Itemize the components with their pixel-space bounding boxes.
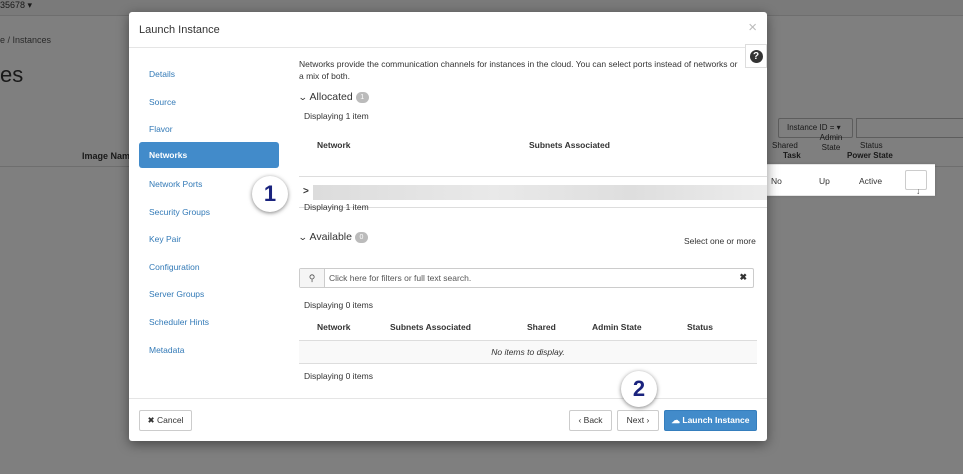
nav-item-configuration[interactable]: Configuration <box>139 254 279 279</box>
networks-description: Networks provide the communication chann… <box>299 59 738 81</box>
step-marker-2: 2 <box>621 371 657 407</box>
step-marker-1: 1 <box>252 176 288 212</box>
available-header-admin-state: Admin State <box>592 322 642 332</box>
next-button[interactable]: Next › <box>617 410 659 431</box>
help-button[interactable]: ? <box>745 44 767 68</box>
available-header-shared: Shared <box>527 322 556 332</box>
launch-instance-dialog: Launch Instance × ? Details Source Flavo… <box>129 12 767 441</box>
launch-instance-button[interactable]: ☁ Launch Instance <box>664 410 757 431</box>
modal-header: Launch Instance × <box>129 12 767 48</box>
modal-footer: ✖ Cancel ‹ Back Next › ☁ Launch Instance <box>129 398 767 441</box>
allocated-header-network: Network <box>317 140 351 150</box>
search-icon: ⚲ <box>300 269 325 287</box>
clear-search-icon[interactable]: ✖ <box>739 272 747 283</box>
nav-item-server-groups[interactable]: Server Groups <box>139 281 279 306</box>
arrow-down-icon: ↓ <box>916 186 921 196</box>
back-button[interactable]: ‹ Back <box>569 410 612 431</box>
available-search[interactable]: ⚲ ✖ <box>299 268 754 288</box>
available-toggle[interactable]: ⌄ Available 0 <box>297 231 368 243</box>
help-icon: ? <box>749 50 763 63</box>
search-input[interactable] <box>327 270 727 286</box>
select-one-or-more: Select one or more <box>684 236 756 246</box>
allocated-toggle[interactable]: ⌄ Allocated 1 <box>297 91 369 103</box>
close-icon[interactable]: × <box>748 19 757 36</box>
allocated-count-top: Displaying 1 item <box>304 111 369 121</box>
nav-item-scheduler-hints[interactable]: Scheduler Hints <box>139 309 279 334</box>
available-count-badge: 0 <box>354 231 368 243</box>
available-header-subnets: Subnets Associated <box>390 322 471 332</box>
nav-item-key-pair[interactable]: Key Pair <box>139 226 279 251</box>
modal-title: Launch Instance <box>139 24 220 36</box>
cancel-button[interactable]: ✖ Cancel <box>139 410 192 431</box>
available-count-top: Displaying 0 items <box>304 300 373 310</box>
nav-item-source[interactable]: Source <box>139 89 279 114</box>
row-action-button[interactable]: ↓ <box>905 170 927 196</box>
available-header-network: Network <box>317 322 351 332</box>
chevron-down-icon: ⌄ <box>297 232 308 242</box>
nav-item-metadata[interactable]: Metadata <box>139 337 279 362</box>
nav-item-flavor[interactable]: Flavor <box>139 116 279 141</box>
chevron-down-icon: ⌄ <box>297 92 308 102</box>
allocated-heading: Allocated <box>309 91 353 103</box>
available-count-bottom: Displaying 0 items <box>304 371 373 381</box>
available-header-status: Status <box>687 322 713 332</box>
allocated-count-badge: 1 <box>355 91 369 103</box>
allocated-network-row[interactable]: > <box>299 176 767 208</box>
redacted-network-name <box>313 185 767 200</box>
available-heading: Available <box>309 231 352 243</box>
allocated-count-bottom: Displaying 1 item <box>304 202 369 212</box>
row-admin-state: Up <box>819 176 830 186</box>
row-status: Active <box>859 176 883 186</box>
expand-row-icon[interactable]: > <box>303 186 309 197</box>
nav-item-networks[interactable]: Networks <box>139 142 279 168</box>
row-shared: No <box>771 176 782 186</box>
allocated-header-subnets: Subnets Associated <box>529 140 610 150</box>
nav-item-details[interactable]: Details <box>139 61 279 86</box>
empty-table-message: No items to display. <box>299 340 757 364</box>
instance-row: No Up Active ↓ <box>767 164 935 196</box>
